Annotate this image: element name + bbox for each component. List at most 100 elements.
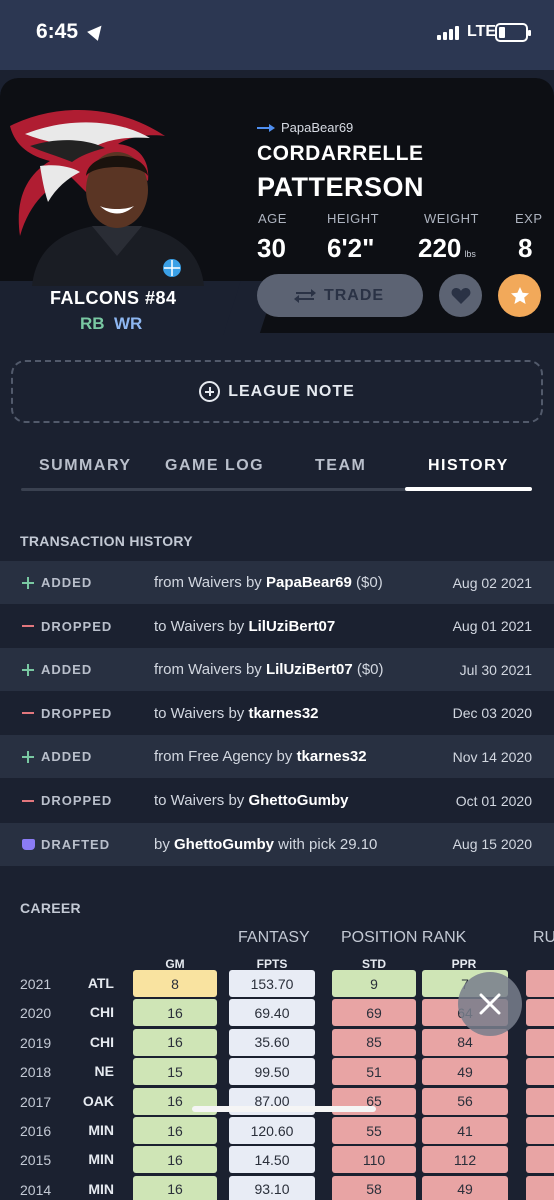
transaction-date: Jul 30 2021 (459, 661, 532, 678)
transaction-row[interactable]: ADDED from Waivers by LilUziBert07 ($0) Ju… (0, 648, 554, 692)
tab-summary[interactable]: SUMMARY (39, 457, 132, 475)
league-note-button[interactable]: LEAGUE NOTE (11, 360, 543, 423)
player-last-name: PATTERSON (257, 172, 425, 202)
transaction-user[interactable]: GhettoGumby (174, 836, 274, 853)
network-label: LTE (467, 23, 497, 40)
transaction-row[interactable]: DROPPED to Waivers by tkarnes32 Dec 03 202… (0, 692, 554, 735)
draft-icon (22, 838, 35, 850)
transaction-prefix: from Waivers by (154, 661, 266, 679)
career-team: MIN (88, 1122, 114, 1138)
transaction-date: Nov 14 2020 (452, 748, 532, 765)
transaction-type: DROPPED (41, 793, 113, 808)
transaction-description: by GhettoGumby with pick 29.10 (154, 836, 377, 853)
transaction-suffix: ($0) (351, 574, 383, 591)
tab-history[interactable]: HISTORY (428, 457, 509, 475)
career-gm: 16 (133, 999, 217, 1027)
career-year: 2021 (20, 976, 52, 992)
col-std: STD (362, 957, 386, 971)
transaction-user[interactable]: tkarnes32 (297, 748, 367, 765)
transaction-user[interactable]: GhettoGumby (248, 792, 348, 809)
career-year: 2015 (20, 1152, 52, 1169)
star-icon (510, 287, 529, 304)
tab-team[interactable]: TEAM (315, 457, 366, 475)
stat-weight: 220 lbs (418, 233, 476, 264)
stat-weight-label: WEIGHT (424, 211, 479, 226)
stat-exp-label: EXP (515, 211, 543, 226)
transaction-prefix: from Waivers by (154, 574, 266, 591)
stat-weight-value: 220 (418, 233, 462, 263)
transaction-type: ADDED (41, 749, 93, 765)
transaction-user[interactable]: PapaBear69 (266, 574, 352, 591)
career-team: MIN (88, 1180, 114, 1197)
transaction-date: Aug 15 2020 (452, 836, 532, 853)
close-button[interactable] (458, 972, 522, 1036)
transaction-type: ADDED (41, 575, 93, 590)
career-std-rank: 58 (332, 1175, 416, 1200)
career-rushing-cell (526, 1175, 554, 1200)
transaction-row[interactable]: DROPPED to Waivers by LilUziBert07 Aug 01 … (0, 605, 554, 648)
transaction-type: DROPPED (41, 705, 113, 721)
minus-icon (22, 795, 34, 807)
trade-label: TRADE (323, 286, 385, 304)
plus-icon (22, 576, 34, 589)
position-rb: RB (80, 314, 105, 333)
transaction-description: from Free Agency by tkarnes32 (154, 748, 367, 765)
heart-icon (451, 287, 470, 304)
transaction-description: to Waivers by tkarnes32 (154, 705, 319, 722)
plus-circle-icon (199, 381, 221, 402)
owner-link[interactable]: PapaBear69 (257, 120, 353, 135)
tab-active-indicator (405, 487, 532, 491)
career-team: CHI (89, 1004, 114, 1021)
location-arrow-icon (87, 21, 107, 41)
swap-arrows-icon (293, 288, 316, 303)
career-gm: 8 (133, 970, 217, 997)
career-std-rank: 55 (332, 1117, 416, 1144)
career-std-rank: 51 (332, 1058, 416, 1086)
transaction-type: ADDED (41, 662, 93, 678)
career-team: ATL (87, 975, 114, 991)
career-std-rank: 9 (332, 970, 416, 997)
career-gm: 16 (133, 1028, 217, 1056)
transaction-user[interactable]: LilUziBert07 (266, 661, 353, 678)
career-year: 2020 (20, 1005, 52, 1022)
transaction-row[interactable]: ADDED from Free Agency by tkarnes32 Nov 14… (0, 735, 554, 779)
transaction-prefix: by (154, 835, 175, 853)
career-gm: 16 (133, 1175, 217, 1200)
transaction-row[interactable]: DROPPED to Waivers by GhettoGumby Oct 01 2… (0, 779, 554, 822)
player-first-name: CORDARRELLE (257, 142, 424, 165)
career-team: NE (94, 1063, 114, 1080)
career-team: MIN (88, 1151, 114, 1168)
minus-icon (22, 707, 34, 719)
tab-game-log[interactable]: GAME LOG (165, 457, 264, 475)
career-rushing-cell (526, 1087, 554, 1115)
career-fpts: 35.60 (229, 1028, 315, 1056)
career-ppr-rank: 49 (422, 1175, 508, 1200)
transaction-prefix: to Waivers by (154, 617, 249, 635)
career-fpts: 120.60 (229, 1117, 315, 1144)
transaction-description: to Waivers by LilUziBert07 (154, 618, 335, 635)
transaction-user[interactable]: LilUziBert07 (248, 618, 335, 635)
career-fpts: 99.50 (229, 1058, 315, 1086)
career-fpts: 14.50 (229, 1146, 315, 1174)
team-number-label: FALCONS #84 (50, 288, 177, 308)
career-team: OAK (82, 1092, 114, 1109)
watchlist-star-button[interactable] (498, 274, 541, 317)
player-sheet: FALCONS #84 RB WR PapaBear69 CORDARRELLE… (0, 78, 554, 1200)
transaction-date: Aug 01 2021 (452, 618, 532, 635)
career-year: 2018 (20, 1064, 52, 1081)
favorite-button[interactable] (439, 274, 482, 317)
transaction-user[interactable]: tkarnes32 (248, 705, 318, 722)
career-ppr-rank: 49 (422, 1058, 508, 1086)
career-team: CHI (89, 1033, 114, 1050)
plus-icon (22, 663, 34, 676)
career-fpts: 69.40 (229, 999, 315, 1027)
transaction-row[interactable]: DRAFTED by GhettoGumby with pick 29.10 Aug… (0, 822, 554, 866)
career-gm: 15 (133, 1058, 217, 1086)
col-gm: GM (165, 957, 185, 971)
trade-button[interactable]: TRADE (257, 274, 423, 317)
battery-icon (495, 23, 531, 42)
career-rushing-cell (526, 1146, 554, 1174)
transaction-type: DROPPED (41, 618, 113, 634)
transaction-row[interactable]: ADDED from Waivers by PapaBear69 ($0) Aug … (0, 561, 554, 604)
stat-height-value: 6'2" (327, 233, 375, 263)
